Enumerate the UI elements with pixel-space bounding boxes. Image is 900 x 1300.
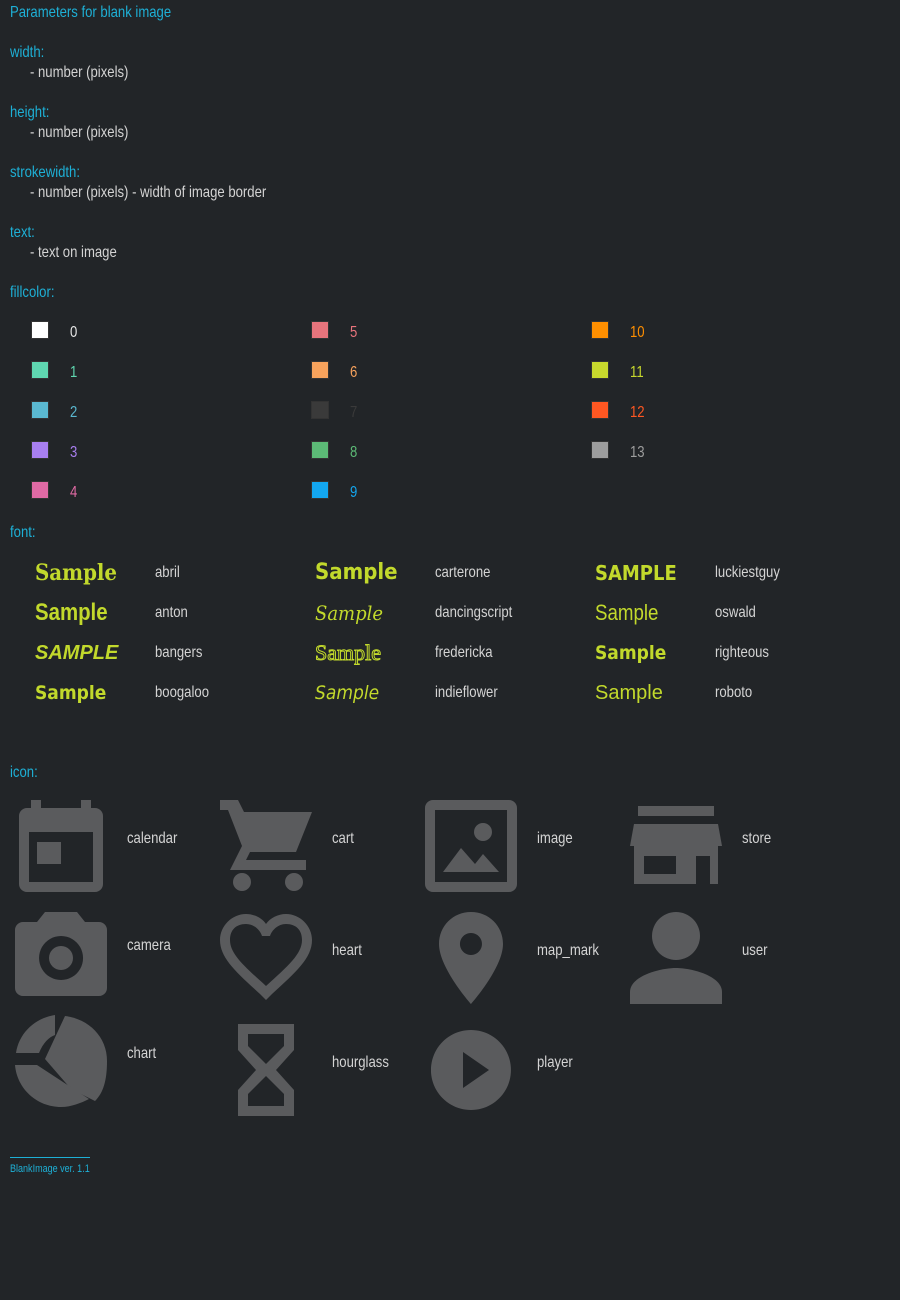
font-name: righteous [715,644,769,661]
param-text-name: text: [10,224,35,241]
font-name: anton [155,604,188,621]
font-name: dancingscript [435,604,513,621]
user-icon [630,912,722,1004]
font-name: bangers [155,644,203,661]
fillcolor-number: 5 [350,324,358,341]
hourglass-icon [238,1024,294,1116]
fillcolor-swatch [591,321,609,339]
font-name: oswald [715,604,756,621]
font-name: indieflower [435,684,498,701]
fillcolor-swatch [311,481,329,499]
fillcolor-number: 6 [350,364,358,381]
icon-name-camera: camera [127,937,171,954]
icon-name-chart: chart [127,1045,157,1062]
font-sample: Sample [595,561,677,585]
icon-name-player: player [537,1054,573,1071]
font-name: roboto [715,684,753,701]
font-sample: Sample [315,560,398,585]
icon-name-heart: heart [332,942,362,959]
fillcolor-swatch [311,361,329,379]
fillcolor-number: 12 [630,404,645,421]
fillcolor-swatch [31,401,49,419]
fillcolor-swatch [31,361,49,379]
fillcolor-number: 13 [630,444,645,461]
icon-name-cart: cart [332,830,354,847]
fillcolor-swatch [591,361,609,379]
image-icon [425,800,517,892]
font-sample: Sample [315,601,384,625]
param-width-desc: - number (pixels) [30,64,129,81]
font-sample: Sample [595,682,663,704]
fillcolor-number: 1 [70,364,78,381]
footer-divider [10,1157,90,1158]
store-icon [630,806,722,884]
map-mark-icon [439,912,503,1004]
param-text-desc: - text on image [30,244,117,261]
param-strokewidth-desc: - number (pixels) - width of image borde… [30,184,267,201]
font-sample: Sample [595,600,659,625]
chart-icon [15,1015,107,1107]
param-strokewidth-name: strokewidth: [10,164,81,181]
param-width-name: width: [10,44,45,61]
font-name: carterone [435,564,491,581]
fillcolor-swatch [31,321,49,339]
icon-name-store: store [742,830,772,847]
fillcolor-swatch [311,401,329,419]
fillcolor-number: 8 [350,444,358,461]
font-sample: Sample [315,682,380,704]
fillcolor-swatch [311,441,329,459]
page-title: Parameters for blank image [10,4,172,21]
param-height-desc: - number (pixels) [30,124,129,141]
font-name: fredericka [435,644,493,661]
font-sample: Sample [35,682,107,704]
fillcolor-label: fillcolor: [10,284,55,301]
cart-icon [220,800,312,891]
font-name: boogaloo [155,684,209,701]
fillcolor-number: 4 [70,484,78,501]
player-icon [431,1030,511,1110]
heart-icon [220,914,312,1000]
font-name: luckiestguy [715,564,780,581]
fillcolor-number: 0 [70,324,78,341]
font-name: abril [155,564,180,581]
fillcolor-number: 11 [630,364,644,381]
icon-name-hourglass: hourglass [332,1054,389,1071]
fillcolor-swatch [311,321,329,339]
font-sample: Sample [35,599,108,626]
font-sample: Sample [315,640,382,666]
fillcolor-swatch [591,401,609,419]
fillcolor-number: 3 [70,444,78,461]
icon-name-calendar: calendar [127,830,178,847]
calendar-icon [19,800,103,892]
fillcolor-number: 2 [70,404,78,421]
icon-name-image: image [537,830,573,847]
font-sample: Sample [35,642,119,664]
param-height-name: height: [10,104,50,121]
font-sample: Sample [595,642,667,664]
icon-name-map-mark: map_mark [537,942,599,959]
fillcolor-number: 9 [350,484,358,501]
font-label: font: [10,524,36,541]
icon-name-user: user [742,942,768,959]
font-sample: Sample [35,560,118,586]
fillcolor-swatch [591,441,609,459]
camera-icon [15,912,107,996]
fillcolor-swatch [31,441,49,459]
fillcolor-number: 7 [350,404,358,421]
footer-version: BlankImage ver. 1.1 [10,1163,90,1175]
fillcolor-number: 10 [630,324,645,341]
icon-label: icon: [10,764,38,781]
fillcolor-swatch [31,481,49,499]
